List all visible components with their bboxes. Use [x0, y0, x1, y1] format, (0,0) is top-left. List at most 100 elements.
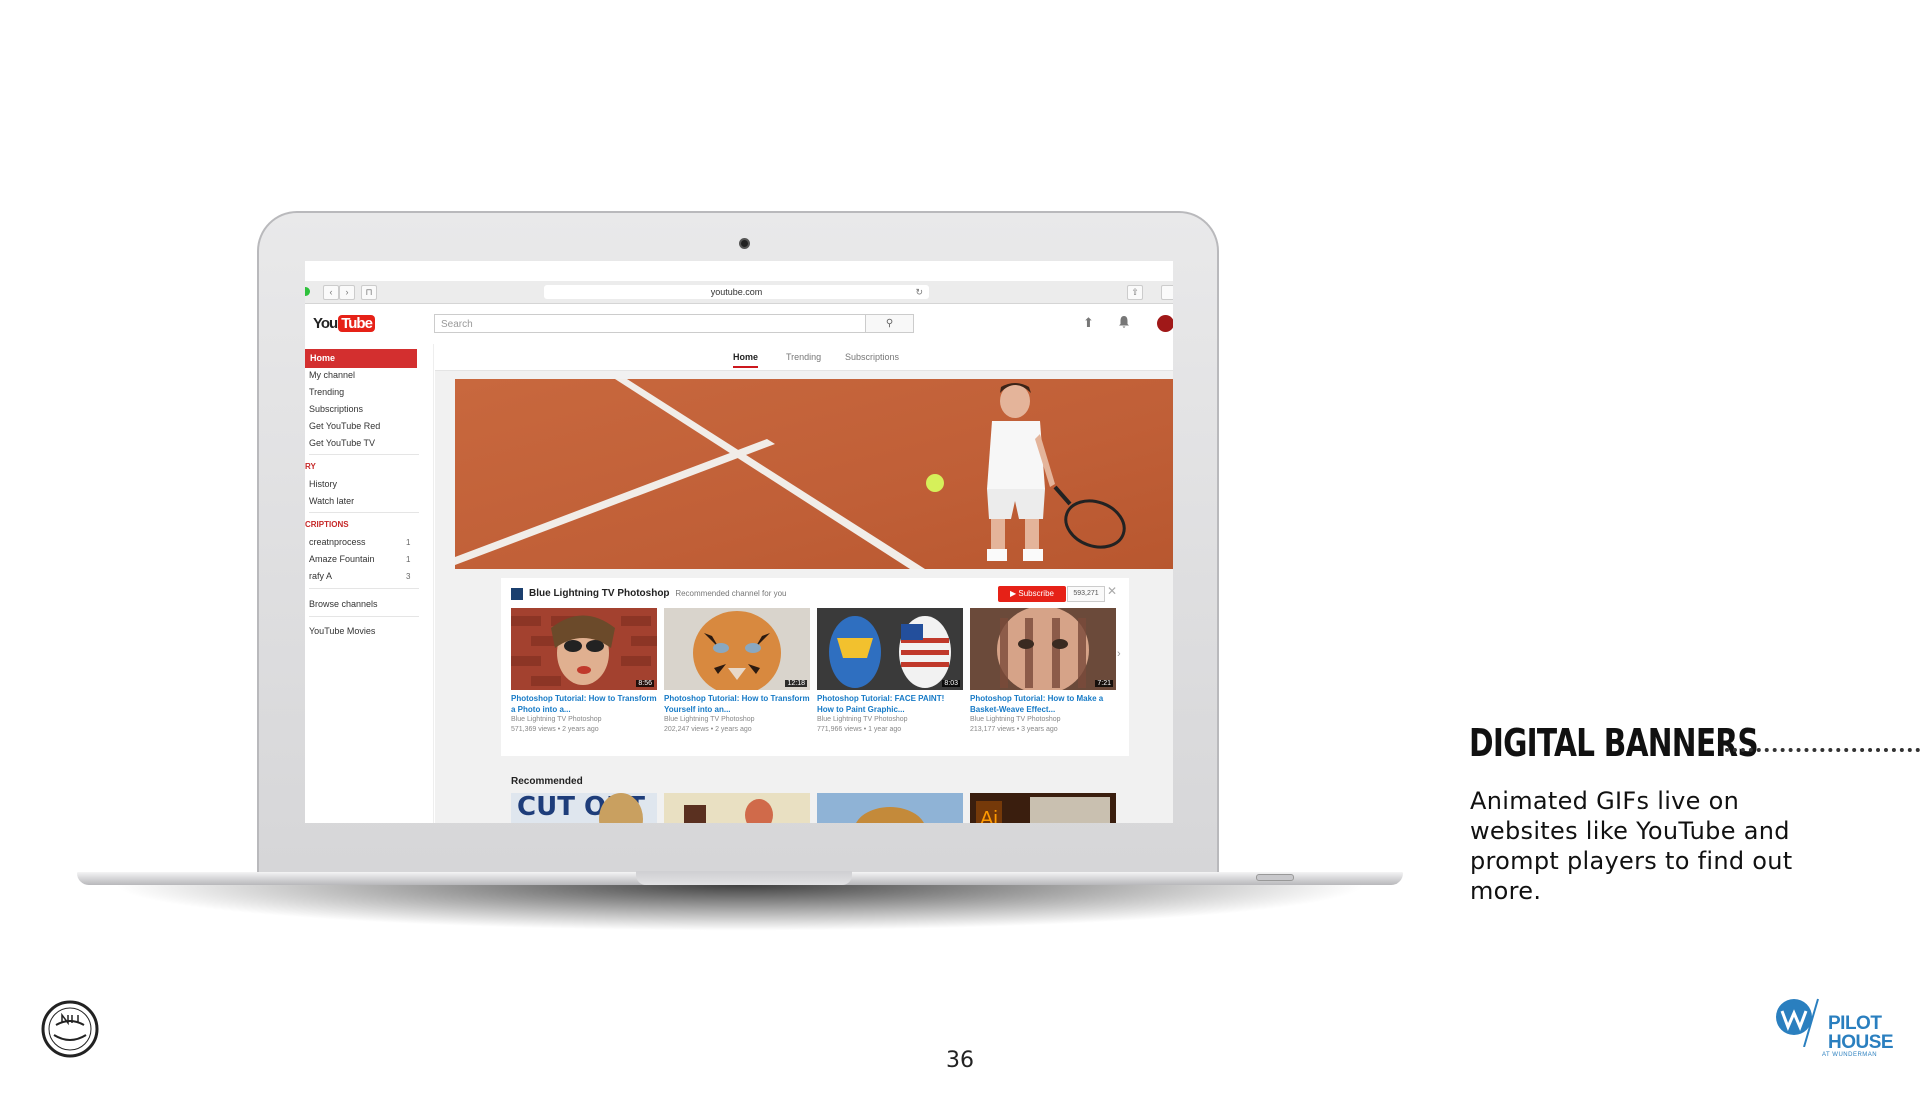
avatar[interactable]	[1157, 315, 1173, 332]
body-text: Animated GIFs live on websites like YouT…	[1470, 787, 1793, 905]
subscription-count: 1	[406, 538, 411, 547]
subscribe-button[interactable]: ▶ Subscribe	[998, 586, 1066, 602]
shelf-subtitle: Recommended channel for you	[675, 589, 787, 598]
video-duration: 7:21	[1095, 680, 1113, 687]
video-title[interactable]: Photoshop Tutorial: How to Make a Basket…	[970, 693, 1116, 715]
subscriber-count: 593,271	[1067, 586, 1105, 602]
video-title[interactable]: Photoshop Tutorial: How to Transform a P…	[511, 693, 657, 715]
laptop-notch	[636, 871, 852, 885]
sidebar-item-home[interactable]: Home	[305, 349, 417, 368]
video-channel[interactable]: Blue Lightning TV Photoshop	[511, 715, 657, 725]
chevron-right-icon[interactable]: ›	[1117, 648, 1121, 660]
bell-icon[interactable]	[1118, 315, 1130, 331]
address-bar[interactable]: youtube.com ↻	[544, 285, 929, 299]
logo-tube: Tube	[338, 314, 375, 332]
video-thumbnail[interactable]: 7:21	[970, 608, 1116, 690]
laptop-shadow	[110, 885, 1370, 931]
window-dot-icon[interactable]	[305, 287, 310, 296]
channel-icon[interactable]	[511, 588, 523, 600]
divider	[309, 512, 419, 513]
tab-trending[interactable]: Trending	[786, 352, 821, 362]
divider	[309, 454, 419, 455]
video-duration: 8:56	[636, 680, 654, 687]
video-thumbnail[interactable]	[817, 793, 963, 823]
sidebar: Home My channel Trending Subscriptions G…	[305, 344, 434, 823]
sidebar-item-browse-channels[interactable]: Browse channels	[309, 599, 378, 609]
video-channel[interactable]: Blue Lightning TV Photoshop	[664, 715, 810, 725]
tabs-bar: Home Trending Subscriptions	[435, 344, 1173, 371]
browser-toolbar: ‹ › ⊓ youtube.com ↻ ⇧	[305, 281, 1173, 304]
recommended-heading: Recommended	[511, 776, 583, 787]
video-meta: 571,369 views • 2 years ago	[511, 726, 599, 733]
video-title[interactable]: Photoshop Tutorial: FACE PAINT! How to P…	[817, 693, 963, 715]
search-icon: ⚲	[885, 318, 894, 329]
share-button[interactable]: ⇧	[1127, 285, 1143, 300]
video-channel[interactable]: Blue Lightning TV Photoshop	[970, 715, 1116, 725]
logo-you: You	[313, 314, 338, 332]
sidebar-item-subscriptions[interactable]: Subscriptions	[309, 404, 363, 414]
recommended-channel-shelf: Blue Lightning TV Photoshop Recommended …	[501, 578, 1129, 756]
divider	[309, 616, 419, 617]
subscription-item[interactable]: rafy A	[309, 571, 332, 581]
sidebar-item-my-channel[interactable]: My channel	[309, 370, 355, 380]
dotted-divider	[1725, 748, 1920, 752]
shelf-title[interactable]: Blue Lightning TV Photoshop Recommended …	[529, 588, 787, 599]
video-thumbnail[interactable]: 8:56	[511, 608, 657, 690]
pilot-house-wordmark: PILOT HOUSE	[1828, 1013, 1894, 1053]
sidebar-item-youtube-tv[interactable]: Get YouTube TV	[309, 438, 375, 448]
sidebar-item-watch-later[interactable]: Watch later	[309, 496, 354, 506]
animated-banner[interactable]	[455, 379, 1173, 569]
video-card[interactable]: 12:18 Photoshop Tutorial: How to Transfo…	[664, 608, 810, 735]
subscription-item[interactable]: creatnprocess	[309, 537, 366, 547]
video-card[interactable]: 8:56 Photoshop Tutorial: How to Transfor…	[511, 608, 657, 735]
forward-button[interactable]: ›	[339, 285, 355, 300]
sidebar-toggle-button[interactable]: ⊓	[361, 285, 377, 300]
laptop-indicator	[1256, 874, 1294, 881]
tabs-button[interactable]	[1161, 285, 1173, 300]
subscription-item[interactable]: Amaze Fountain	[309, 554, 375, 564]
reload-icon[interactable]: ↻	[915, 285, 923, 299]
video-thumbnail[interactable]	[664, 793, 810, 823]
sidebar-item-trending[interactable]: Trending	[309, 387, 344, 397]
subscribe-label: Subscribe	[1018, 589, 1054, 598]
camera-icon	[739, 238, 750, 249]
main-content: Home Trending Subscriptions Blue Lightni…	[435, 344, 1173, 823]
video-thumbnail[interactable]: Ai	[970, 793, 1116, 823]
video-thumbnail[interactable]: CUT OUT	[511, 793, 657, 823]
sidebar-item-history[interactable]: History	[309, 479, 337, 489]
video-duration: 8:03	[942, 680, 960, 687]
close-icon[interactable]: ✕	[1107, 584, 1117, 598]
search-input[interactable]: Search	[434, 314, 866, 333]
video-card[interactable]: 8:03 Photoshop Tutorial: FACE PAINT! How…	[817, 608, 963, 735]
video-card[interactable]: 7:21 Photoshop Tutorial: How to Make a B…	[970, 608, 1116, 735]
youtube-header: You Tube Search ⚲ ⬆	[305, 304, 1173, 344]
video-meta: 202,247 views • 2 years ago	[664, 726, 752, 733]
channel-name[interactable]: Blue Lightning TV Photoshop	[529, 588, 670, 599]
video-meta: 213,177 views • 3 years ago	[970, 726, 1058, 733]
youtube-logo[interactable]: You Tube	[313, 313, 375, 333]
section-library: RY	[305, 462, 316, 471]
upload-icon[interactable]: ⬆	[1083, 315, 1094, 331]
svg-text:Ai: Ai	[980, 808, 998, 823]
sidebar-item-youtube-red[interactable]: Get YouTube Red	[309, 421, 380, 431]
page-number: 36	[946, 1048, 974, 1073]
url-text: youtube.com	[710, 287, 763, 297]
laptop-screen: ‹ › ⊓ youtube.com ↻ ⇧ You Tube Search ⚲ …	[305, 261, 1173, 823]
subscription-count: 1	[406, 555, 411, 564]
video-thumbnail[interactable]: 8:03	[817, 608, 963, 690]
video-thumbnail[interactable]: 12:18	[664, 608, 810, 690]
tab-home[interactable]: Home	[733, 352, 759, 368]
video-channel[interactable]: Blue Lightning TV Photoshop	[817, 715, 963, 725]
subscription-count: 3	[406, 572, 411, 581]
section-subscriptions: CRIPTIONS	[305, 520, 349, 529]
back-button[interactable]: ‹	[323, 285, 339, 300]
tab-subscriptions[interactable]: Subscriptions	[845, 352, 899, 362]
video-meta: 771,966 views • 1 year ago	[817, 726, 902, 733]
section-heading: DIGITAL BANNERS	[1469, 721, 1759, 765]
video-duration: 12:18	[785, 680, 807, 687]
pilot-house-tagline: AT WUNDERMAN	[1822, 1052, 1878, 1058]
sidebar-item-youtube-movies[interactable]: YouTube Movies	[309, 626, 375, 636]
search-button[interactable]: ⚲	[866, 314, 914, 333]
net-generation-logo	[40, 999, 100, 1059]
video-title[interactable]: Photoshop Tutorial: How to Transform You…	[664, 693, 810, 715]
